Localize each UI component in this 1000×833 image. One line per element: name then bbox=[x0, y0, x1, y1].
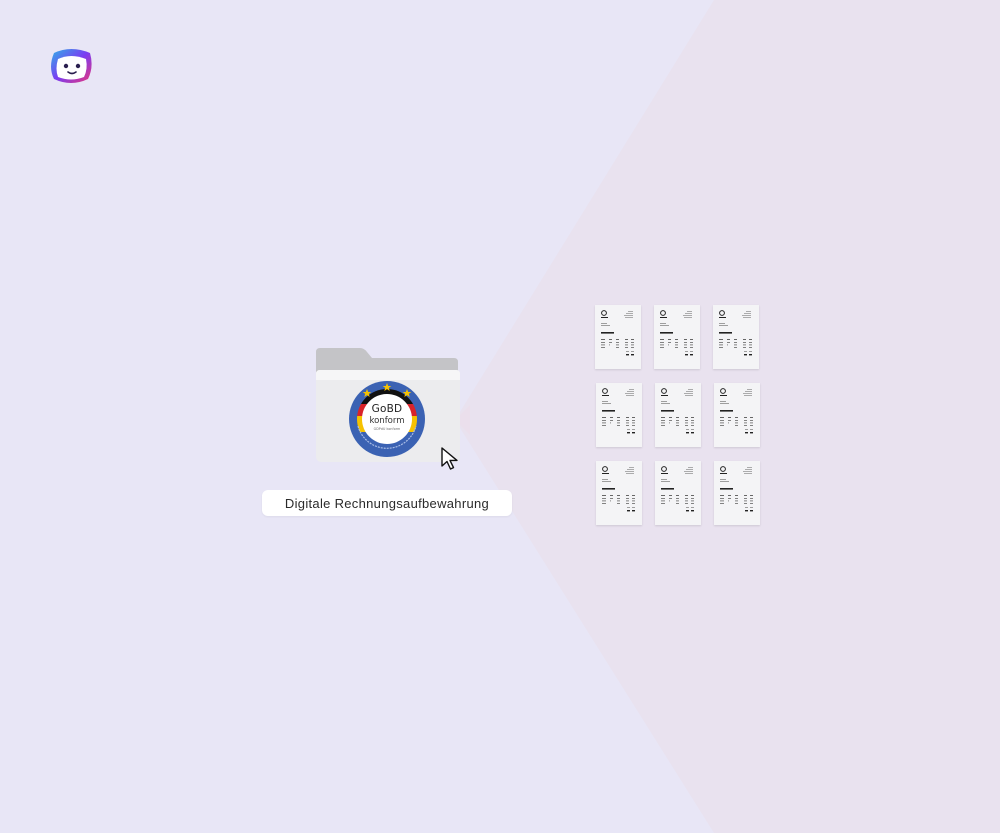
invoice-document[interactable] bbox=[655, 383, 701, 447]
background bbox=[0, 0, 1000, 833]
invoice-document[interactable] bbox=[714, 383, 760, 447]
gobd-seal: GoBD konform GDPdU konform bbox=[348, 380, 426, 458]
mouse-pointer-icon bbox=[441, 447, 458, 470]
invoice-document-icon bbox=[661, 388, 694, 434]
invoice-document[interactable] bbox=[654, 305, 700, 369]
invoice-document-icon bbox=[602, 466, 635, 512]
invoice-document-icon bbox=[601, 310, 634, 356]
invoice-grid bbox=[595, 305, 765, 530]
seal-title: GoBD bbox=[371, 403, 403, 415]
folder[interactable]: GoBD konform GDPdU konform bbox=[312, 346, 464, 470]
invoice-document-icon bbox=[720, 466, 753, 512]
invoice-document[interactable] bbox=[655, 461, 701, 525]
mascot-logo-icon bbox=[51, 49, 92, 83]
invoice-document-icon bbox=[720, 388, 753, 434]
seal-subtitle: konform bbox=[369, 416, 405, 426]
invoice-document-icon bbox=[602, 388, 635, 434]
invoice-document[interactable] bbox=[595, 305, 641, 369]
invoice-document-icon bbox=[661, 466, 694, 512]
seal-small-text: GDPdU konform bbox=[373, 427, 401, 431]
invoice-document[interactable] bbox=[596, 461, 642, 525]
invoice-document[interactable] bbox=[713, 305, 759, 369]
folder-label[interactable]: Digitale Rechnungsaufbewahrung bbox=[262, 490, 512, 516]
invoice-document-icon bbox=[719, 310, 752, 356]
invoice-document[interactable] bbox=[714, 461, 760, 525]
invoice-document-icon bbox=[660, 310, 693, 356]
invoice-document[interactable] bbox=[596, 383, 642, 447]
